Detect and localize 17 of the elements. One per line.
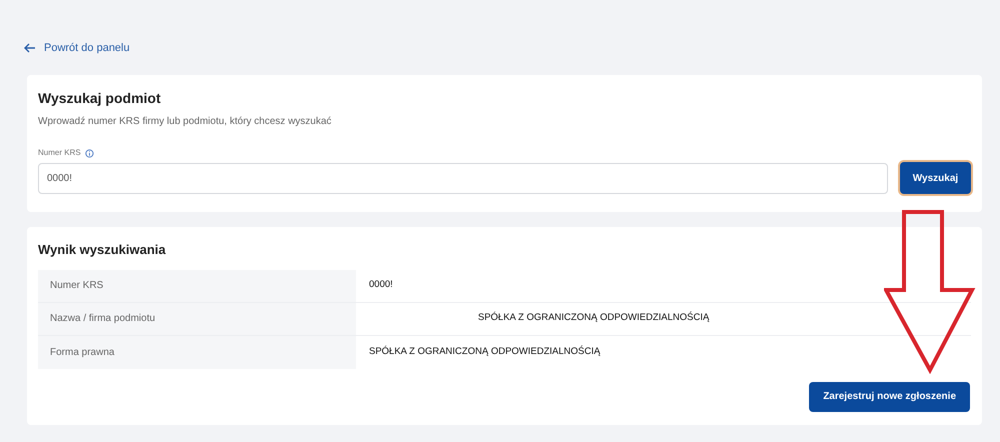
card-title: Wyszukaj podmiot: [38, 89, 162, 108]
register-button[interactable]: Zarejestruj nowe zgłoszenie: [809, 382, 970, 412]
row-value: SPÓŁKA Z OGRANICZONĄ ODPOWIEDZIALNOŚCIĄ: [478, 311, 710, 326]
back-link[interactable]: Powrót do panelu: [24, 40, 982, 56]
row-label: Numer KRS: [38, 270, 356, 302]
card-title: Wynik wyszukiwania: [38, 241, 167, 259]
info-icon: [84, 148, 94, 158]
arrow-left-icon: [24, 43, 36, 53]
krs-input-field[interactable]: 0000!: [38, 162, 888, 194]
row-value: 0000!: [369, 278, 393, 292]
row-label: Forma prawna: [38, 336, 356, 368]
link-text: Powrót do panelu: [44, 40, 130, 56]
search-button[interactable]: Wyszukaj: [900, 162, 971, 194]
field-label: Numer KRS: [38, 147, 81, 159]
row-value: SPÓŁKA Z OGRANICZONĄ ODPOWIEDZIALNOŚCIĄ: [369, 344, 600, 359]
card-description: Wprowadź numer KRS firmy lub podmiotu, który chcesz wyszukać: [38, 115, 332, 129]
row-label: Nazwa / firma podmiotu: [38, 302, 356, 334]
